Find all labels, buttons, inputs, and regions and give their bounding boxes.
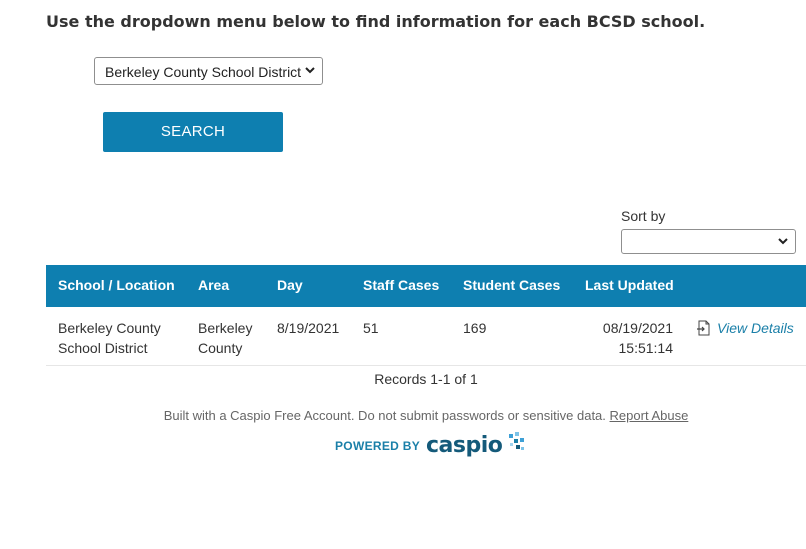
header-area[interactable]: Area <box>198 277 229 293</box>
header-student-cases[interactable]: Student Cases <box>463 277 560 293</box>
table-row: Berkeley County School District Berkeley… <box>46 307 806 366</box>
caspio-dots-icon <box>508 430 526 461</box>
search-button[interactable]: SEARCH <box>103 112 283 152</box>
sort-label: Sort by <box>621 208 666 224</box>
cell-staff-cases: 51 <box>363 320 379 336</box>
school-line-1: Berkeley County <box>58 320 161 336</box>
cell-day: 8/19/2021 <box>277 320 340 336</box>
document-arrow-icon <box>697 320 711 336</box>
cell-last-updated: 08/19/2021 15:51:14 <box>586 318 673 358</box>
chevron-down-icon <box>777 233 789 252</box>
view-details-label: View Details <box>717 320 794 336</box>
school-select-value: Berkeley County School District <box>105 64 302 80</box>
sort-select[interactable] <box>621 229 796 254</box>
cell-student-cases: 169 <box>463 320 487 336</box>
cell-school: Berkeley County School District <box>58 318 161 358</box>
updated-time: 15:51:14 <box>618 340 674 356</box>
header-staff-cases[interactable]: Staff Cases <box>363 277 439 293</box>
powered-by-caspio[interactable]: POWERED BY caspio <box>335 430 526 461</box>
updated-date: 08/19/2021 <box>602 320 673 336</box>
header-last-updated[interactable]: Last Updated <box>585 277 674 293</box>
powered-by-label: POWERED BY <box>335 438 421 453</box>
report-abuse-link[interactable]: Report Abuse <box>610 408 689 423</box>
table-header: School / Location Area Day Staff Cases S… <box>46 265 806 307</box>
results-table: School / Location Area Day Staff Cases S… <box>46 265 806 366</box>
caspio-logo: caspio <box>426 433 503 458</box>
page-heading: Use the dropdown menu below to find info… <box>46 12 706 31</box>
school-select[interactable]: Berkeley County School District <box>94 57 323 85</box>
footer-note: Built with a Caspio Free Account. Do not… <box>0 408 806 423</box>
area-line-2: County <box>198 340 243 356</box>
area-line-1: Berkeley <box>198 320 253 336</box>
cell-area: Berkeley County <box>198 318 252 358</box>
chevron-down-icon <box>304 62 316 81</box>
records-count: Records 1-1 of 1 <box>374 371 478 387</box>
header-school-location[interactable]: School / Location <box>58 277 175 293</box>
school-line-2: School District <box>58 340 148 356</box>
footer-note-text: Built with a Caspio Free Account. Do not… <box>163 408 606 423</box>
view-details-link[interactable]: View Details <box>697 318 794 338</box>
header-day[interactable]: Day <box>277 277 303 293</box>
